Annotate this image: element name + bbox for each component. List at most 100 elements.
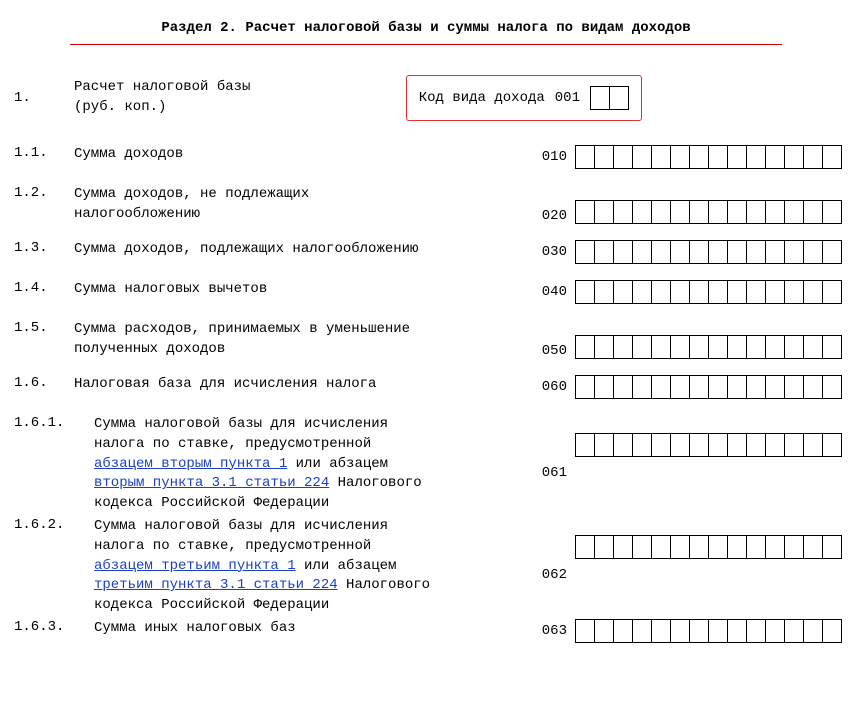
input-cell[interactable] (727, 619, 747, 643)
input-cell[interactable] (689, 335, 709, 359)
input-cell[interactable] (575, 375, 595, 399)
input-cell[interactable] (689, 375, 709, 399)
input-cell[interactable] (727, 375, 747, 399)
input-cell[interactable] (651, 335, 671, 359)
input-cell[interactable] (746, 619, 766, 643)
input-cell[interactable] (727, 200, 747, 224)
input-cell[interactable] (803, 433, 823, 457)
input-cell[interactable] (594, 335, 614, 359)
input-cell[interactable] (613, 280, 633, 304)
input-cell[interactable] (613, 335, 633, 359)
input-cell[interactable] (609, 86, 629, 110)
input-cell[interactable] (670, 375, 690, 399)
input-cell[interactable] (670, 240, 690, 264)
input-cell[interactable] (746, 240, 766, 264)
input-cell[interactable] (594, 375, 614, 399)
input-cell[interactable] (632, 433, 652, 457)
input-cell[interactable] (822, 280, 842, 304)
input-cell[interactable] (727, 145, 747, 169)
input-cell[interactable] (708, 375, 728, 399)
input-cell[interactable] (575, 535, 595, 559)
input-cell[interactable] (746, 280, 766, 304)
input-cell[interactable] (670, 145, 690, 169)
input-cell[interactable] (727, 535, 747, 559)
input-cell[interactable] (613, 619, 633, 643)
input-cell[interactable] (784, 433, 804, 457)
input-cell[interactable] (594, 619, 614, 643)
input-cell[interactable] (651, 280, 671, 304)
input-cell[interactable] (784, 335, 804, 359)
input-cell[interactable] (784, 375, 804, 399)
link-third-p31-224[interactable]: третьим пункта 3.1 статьи 224 (94, 577, 338, 593)
input-cell[interactable] (651, 240, 671, 264)
input-cell[interactable] (594, 535, 614, 559)
input-cell[interactable] (613, 145, 633, 169)
input-cell[interactable] (765, 535, 785, 559)
input-cell[interactable] (765, 240, 785, 264)
link-abz-second-p1[interactable]: абзацем вторым пункта 1 (94, 456, 287, 472)
input-cell[interactable] (670, 280, 690, 304)
input-cell[interactable] (708, 240, 728, 264)
input-cell[interactable] (594, 433, 614, 457)
input-cell[interactable] (765, 619, 785, 643)
input-cell[interactable] (803, 240, 823, 264)
input-cell[interactable] (765, 145, 785, 169)
input-cell[interactable] (784, 240, 804, 264)
input-cell[interactable] (803, 535, 823, 559)
input-cell[interactable] (594, 280, 614, 304)
input-cell[interactable] (765, 433, 785, 457)
input-cell[interactable] (651, 145, 671, 169)
input-cell[interactable] (784, 200, 804, 224)
input-cell[interactable] (689, 619, 709, 643)
input-cell[interactable] (670, 200, 690, 224)
input-cell[interactable] (822, 200, 842, 224)
input-cell[interactable] (670, 335, 690, 359)
input-cell[interactable] (727, 280, 747, 304)
input-cell[interactable] (632, 375, 652, 399)
input-cell[interactable] (632, 619, 652, 643)
input-cell[interactable] (689, 280, 709, 304)
link-abz-third-p1[interactable]: абзацем третьим пункта 1 (94, 558, 296, 574)
input-cell[interactable] (822, 145, 842, 169)
input-cell[interactable] (575, 433, 595, 457)
input-cell[interactable] (708, 280, 728, 304)
input-cell[interactable] (727, 433, 747, 457)
input-cell[interactable] (822, 375, 842, 399)
input-cell[interactable] (822, 240, 842, 264)
input-cell[interactable] (822, 433, 842, 457)
input-cell[interactable] (784, 619, 804, 643)
input-cell[interactable] (689, 240, 709, 264)
input-cell[interactable] (632, 280, 652, 304)
input-cell[interactable] (670, 433, 690, 457)
input-cell[interactable] (575, 280, 595, 304)
input-cell[interactable] (689, 433, 709, 457)
input-cell[interactable] (803, 145, 823, 169)
input-cell[interactable] (803, 335, 823, 359)
input-cell[interactable] (746, 200, 766, 224)
input-cell[interactable] (746, 335, 766, 359)
input-cell[interactable] (765, 335, 785, 359)
input-cell[interactable] (575, 145, 595, 169)
input-cell[interactable] (670, 535, 690, 559)
input-cell[interactable] (689, 145, 709, 169)
input-cell[interactable] (632, 240, 652, 264)
input-cell[interactable] (575, 335, 595, 359)
input-cell[interactable] (590, 86, 610, 110)
input-cell[interactable] (822, 535, 842, 559)
input-cell[interactable] (632, 335, 652, 359)
input-cell[interactable] (670, 619, 690, 643)
input-cell[interactable] (784, 145, 804, 169)
input-cell[interactable] (765, 200, 785, 224)
input-cell[interactable] (746, 375, 766, 399)
input-cell[interactable] (822, 335, 842, 359)
input-cell[interactable] (651, 375, 671, 399)
link-second-p31-224[interactable]: вторым пункта 3.1 статьи 224 (94, 475, 329, 491)
input-cell[interactable] (651, 535, 671, 559)
input-cell[interactable] (727, 335, 747, 359)
input-cell[interactable] (632, 535, 652, 559)
input-cell[interactable] (746, 145, 766, 169)
input-cell[interactable] (784, 535, 804, 559)
input-cell[interactable] (651, 619, 671, 643)
input-cell[interactable] (765, 375, 785, 399)
input-cell[interactable] (803, 375, 823, 399)
